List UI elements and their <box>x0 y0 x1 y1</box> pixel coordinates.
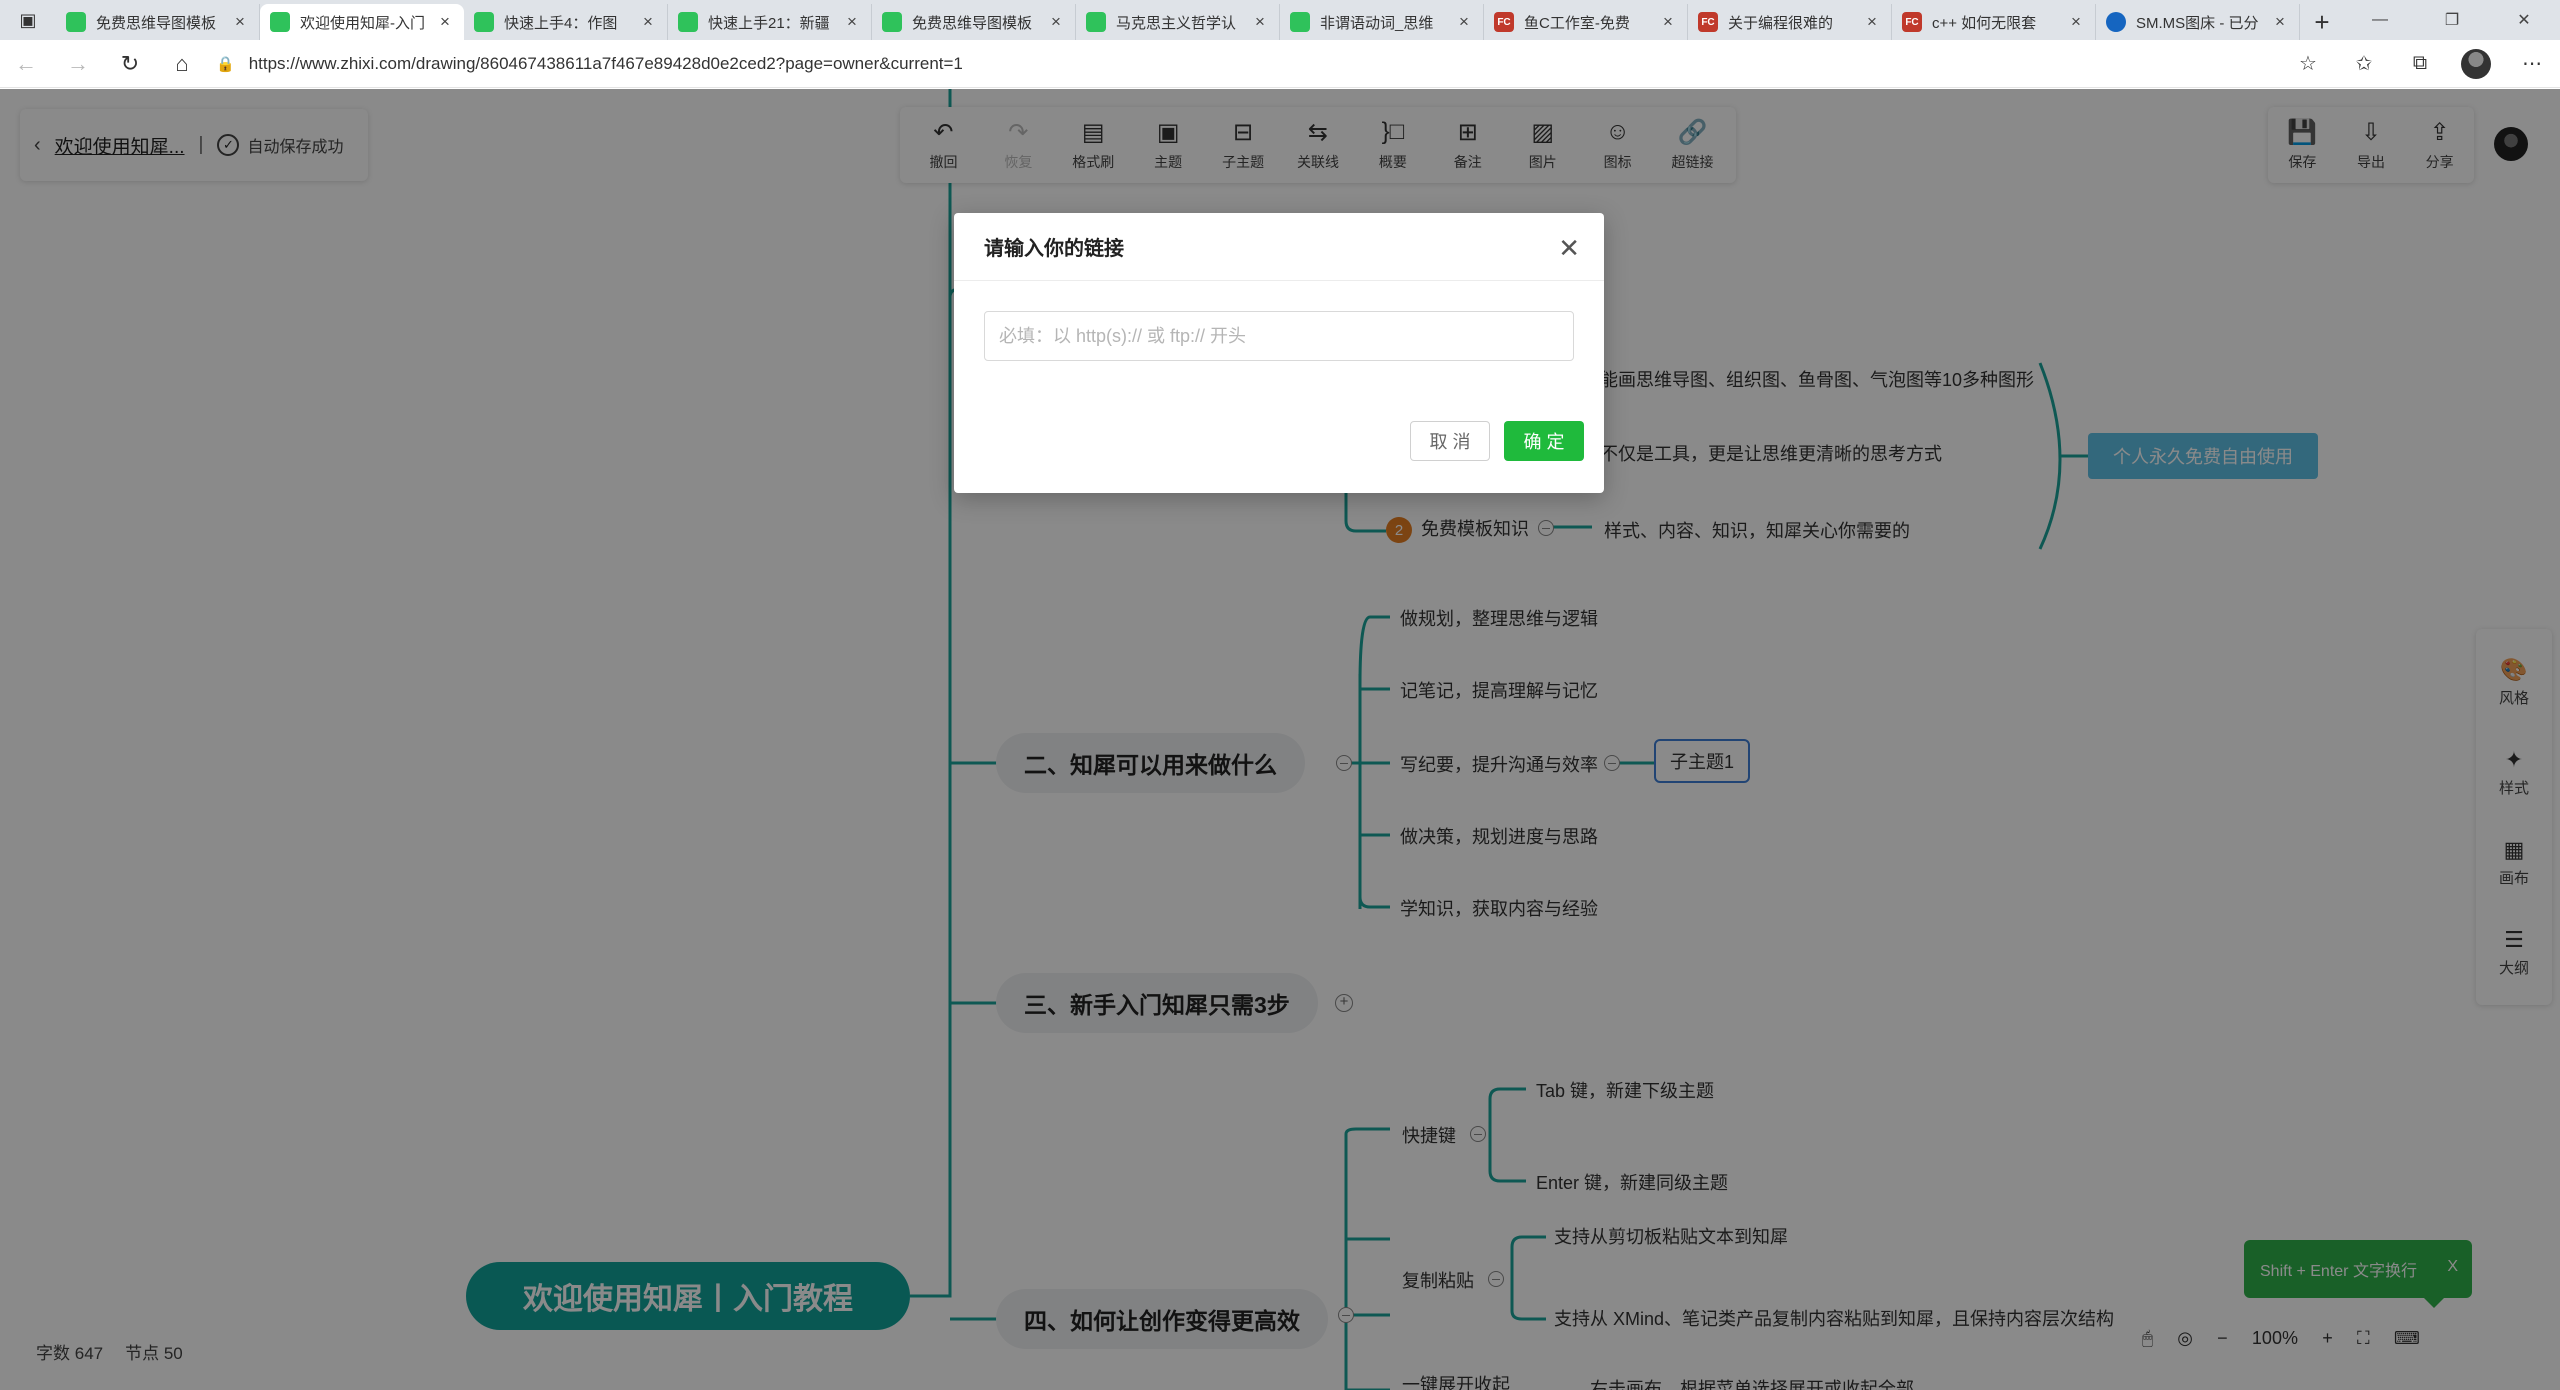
close-icon[interactable]: ✕ <box>1558 233 1580 264</box>
collections-icon[interactable]: ⧉ <box>2392 40 2448 88</box>
tab-close-icon[interactable]: × <box>1047 12 1065 32</box>
browser-tab[interactable]: 免费思维导图模板 × <box>56 4 260 40</box>
favorites-icon[interactable]: ✩ <box>2336 40 2392 88</box>
tab-label: 免费思维导图模板 <box>912 14 1033 32</box>
browser-tab[interactable]: 马克思主义哲学认 × <box>1076 4 1280 40</box>
tab-favicon-icon <box>66 12 86 32</box>
more-menu-icon[interactable]: ⋯ <box>2504 40 2560 88</box>
tab-favicon-icon <box>1290 12 1310 32</box>
minimize-button[interactable]: — <box>2344 0 2416 40</box>
browser-tab[interactable]: 非谓语动词_思维 × <box>1280 4 1484 40</box>
close-window-button[interactable]: ✕ <box>2488 0 2560 40</box>
tab-favicon-icon <box>882 12 902 32</box>
tab-label: 免费思维导图模板 <box>96 14 217 32</box>
tab-close-icon[interactable]: × <box>2067 12 2085 32</box>
tab-close-icon[interactable]: × <box>1251 12 1269 32</box>
tab-close-icon[interactable]: × <box>231 12 249 32</box>
tab-close-icon[interactable]: × <box>1863 12 1881 32</box>
tab-label: 马克思主义哲学认 <box>1116 14 1237 32</box>
cancel-button[interactable]: 取 消 <box>1410 421 1490 461</box>
confirm-button[interactable]: 确 定 <box>1504 421 1584 461</box>
url-field[interactable]: 🔒 https://www.zhixi.com/drawing/86046743… <box>208 47 2280 81</box>
window-controls: — ❐ ✕ <box>2344 0 2560 40</box>
tab-close-icon[interactable]: × <box>639 12 657 32</box>
browser-tab-bar: ▣ 免费思维导图模板 × 欢迎使用知犀-入门 × 快速上手4：作图 × 快速上手21：新疆 ×… <box>0 0 2560 40</box>
lock-icon: 🔒 <box>216 55 235 73</box>
tab-label: 鱼C工作室-免费 <box>1524 14 1630 32</box>
tab-favicon-icon: FC <box>1494 12 1514 32</box>
browser-tab[interactable]: FC c++ 如何无限套 × <box>1892 4 2096 40</box>
dialog-title: 请输入你的链接 <box>984 238 1124 260</box>
tab-favicon-icon <box>2106 12 2126 32</box>
profile-avatar <box>2461 48 2491 79</box>
browser-tab[interactable]: 欢迎使用知犀-入门 × <box>260 4 464 40</box>
tab-strip: 免费思维导图模板 × 欢迎使用知犀-入门 × 快速上手4：作图 × 快速上手21：新疆 × 免费… <box>56 4 2300 40</box>
browser-tab[interactable]: 快速上手21：新疆 × <box>668 4 872 40</box>
url-text: https://www.zhixi.com/drawing/8604674386… <box>248 53 963 73</box>
browser-tab[interactable]: 快速上手4：作图 × <box>464 4 668 40</box>
link-input[interactable] <box>984 311 1574 361</box>
browser-tab[interactable]: SM.MS图床 - 已分 × <box>2096 4 2300 40</box>
tab-label: 非谓语动词_思维 <box>1320 14 1434 32</box>
tab-close-icon[interactable]: × <box>1659 12 1677 32</box>
browser-tab[interactable]: FC 关于编程很难的 × <box>1688 4 1892 40</box>
tab-label: 快速上手21：新疆 <box>708 14 830 32</box>
tab-favicon-icon: FC <box>1698 12 1718 32</box>
tab-favicon-icon: FC <box>1902 12 1922 32</box>
tab-close-icon[interactable]: × <box>436 12 454 32</box>
tab-favicon-icon <box>474 12 494 32</box>
tab-favicon-icon <box>270 12 290 32</box>
home-button[interactable]: ⌂ <box>156 40 208 88</box>
favorite-add-icon[interactable]: ☆ <box>2280 40 2336 88</box>
tab-label: 快速上手4：作图 <box>504 14 618 32</box>
tab-actions-icon[interactable]: ▣ <box>0 0 56 40</box>
restore-button[interactable]: ❐ <box>2416 0 2488 40</box>
refresh-button[interactable]: ↻ <box>104 40 156 88</box>
address-bar: ← → ↻ ⌂ 🔒 https://www.zhixi.com/drawing/… <box>0 40 2560 88</box>
tab-label: SM.MS图床 - 已分 <box>2136 14 2259 32</box>
forward-button[interactable]: → <box>52 40 104 88</box>
browser-tab[interactable]: 免费思维导图模板 × <box>872 4 1076 40</box>
tab-label: 关于编程很难的 <box>1728 14 1834 32</box>
tab-label: 欢迎使用知犀-入门 <box>300 14 425 32</box>
back-button[interactable]: ← <box>0 40 52 88</box>
tab-close-icon[interactable]: × <box>2271 12 2289 32</box>
tab-close-icon[interactable]: × <box>843 12 861 32</box>
tab-favicon-icon <box>1086 12 1106 32</box>
link-dialog: 请输入你的链接 ✕ 取 消 确 定 <box>954 213 1604 493</box>
new-tab-button[interactable]: + <box>2300 4 2344 40</box>
app-area: 能画思维导图、组织图、鱼骨图、气泡图等10多种图形 不仅是工具，更是让思维更清晰… <box>0 89 2560 1390</box>
tab-label: c++ 如何无限套 <box>1932 14 2037 32</box>
dialog-header: 请输入你的链接 ✕ <box>954 213 1604 281</box>
tab-close-icon[interactable]: × <box>1455 12 1473 32</box>
browser-tab[interactable]: FC 鱼C工作室-免费 × <box>1484 4 1688 40</box>
profile-button[interactable] <box>2448 40 2504 88</box>
tab-favicon-icon <box>678 12 698 32</box>
